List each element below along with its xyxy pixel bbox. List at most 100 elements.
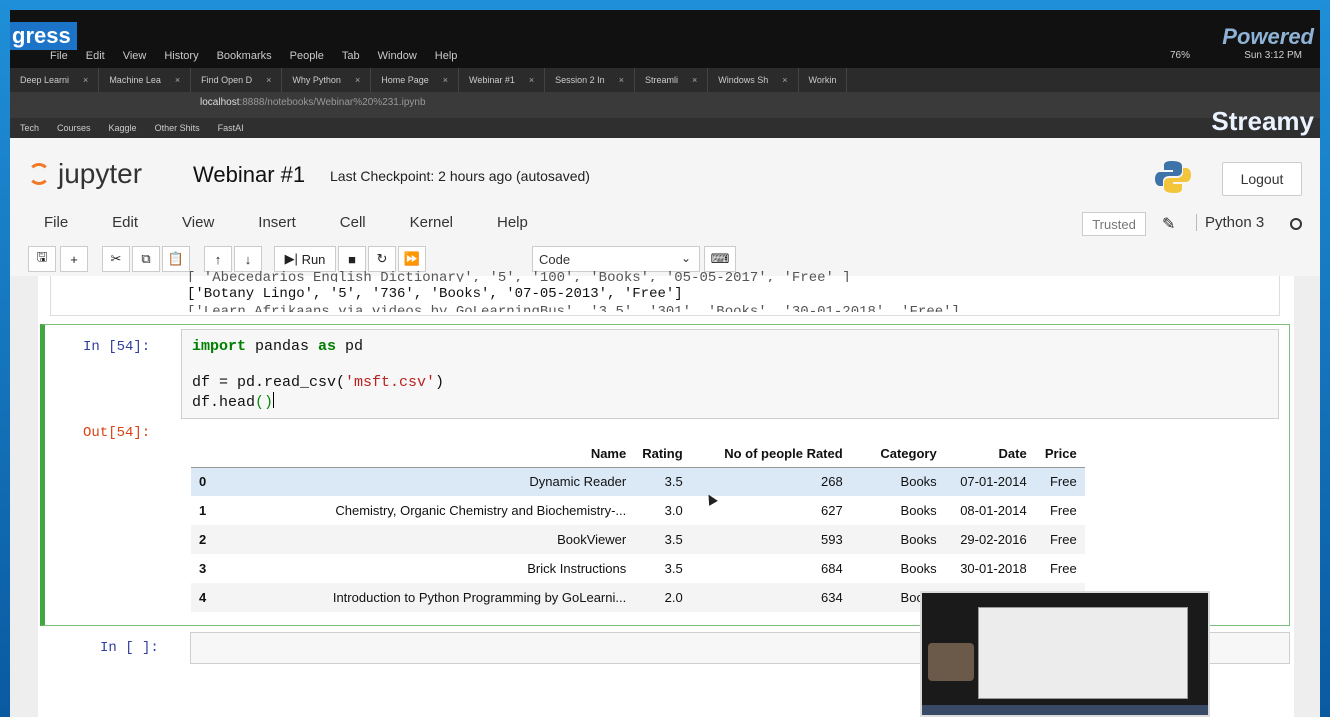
browser-tab[interactable]: Machine Lea × xyxy=(99,68,192,92)
bookmark-item[interactable]: Kaggle xyxy=(109,123,137,133)
os-menu-tab[interactable]: Tab xyxy=(342,50,360,62)
column-header: Category xyxy=(880,446,937,462)
restart-icon[interactable]: ↻ xyxy=(368,246,396,272)
save-icon[interactable]: 🖫 xyxy=(28,246,56,272)
menu-cell[interactable]: Cell xyxy=(340,214,366,231)
code-text: df.head xyxy=(192,394,256,411)
menu-insert[interactable]: Insert xyxy=(258,214,296,231)
browser-tab-active[interactable]: Webinar #1 × xyxy=(459,68,546,92)
menu-edit[interactable]: Edit xyxy=(112,214,138,231)
cell-date: 29-02-2016 xyxy=(960,532,1027,547)
os-menu-edit[interactable]: Edit xyxy=(86,50,105,62)
code-text: df = pd.read_csv( xyxy=(192,374,346,391)
os-menu-people[interactable]: People xyxy=(290,50,324,62)
table-row: 2 BookViewer 3.5 593 Books 29-02-2016 Fr… xyxy=(191,525,1085,554)
notebook-title[interactable]: Webinar #1 xyxy=(193,162,305,188)
menu-file[interactable]: File xyxy=(44,214,68,231)
table-row: 0 Dynamic Reader 3.5 268 Books 07-01-201… xyxy=(191,467,1085,496)
os-menu-view[interactable]: View xyxy=(123,50,147,62)
close-icon[interactable]: × xyxy=(266,68,271,92)
tab-label: Streamli xyxy=(644,75,678,85)
cell-rating: 3.5 xyxy=(664,561,683,576)
cell-type-select[interactable]: Code ⌄ xyxy=(532,246,700,272)
code-line: import pandas as pd xyxy=(192,338,363,355)
os-menu-window[interactable]: Window xyxy=(378,50,417,62)
kernel-status-icon xyxy=(1290,218,1302,230)
os-menu-file[interactable]: File xyxy=(50,50,68,62)
input-prompt: In [54]: xyxy=(83,339,151,355)
close-icon[interactable]: × xyxy=(619,68,624,92)
column-header: No of people Rated xyxy=(724,446,843,462)
cell-name: Dynamic Reader xyxy=(529,474,627,490)
os-menu-help[interactable]: Help xyxy=(435,50,458,62)
cell-category: Books xyxy=(900,561,937,576)
presenter-video xyxy=(928,643,974,681)
run-button[interactable]: ▶| Run xyxy=(274,246,336,272)
stream-frame-top xyxy=(0,0,1330,10)
menu-view[interactable]: View xyxy=(182,214,214,231)
close-icon[interactable]: × xyxy=(443,68,448,92)
menu-help[interactable]: Help xyxy=(497,214,528,231)
stop-icon[interactable]: ■ xyxy=(338,246,366,272)
jupyter-logo[interactable]: jupyter xyxy=(28,158,142,190)
os-menu-bookmarks[interactable]: Bookmarks xyxy=(217,50,272,62)
cell-price: Free xyxy=(1049,503,1077,518)
column-header: Price xyxy=(1044,446,1077,462)
close-icon[interactable]: × xyxy=(175,68,180,92)
insert-cell-icon[interactable]: + xyxy=(60,246,88,272)
cell-rating: 2.0 xyxy=(664,590,683,605)
browser-tab[interactable]: Find Open D × xyxy=(191,68,283,92)
cell-rated: 634 xyxy=(820,590,843,605)
bookmark-item[interactable]: Other Shits xyxy=(155,123,200,133)
move-up-icon[interactable]: ↑ xyxy=(204,246,232,272)
keyboard-icon[interactable]: ⌨ xyxy=(704,246,736,272)
browser-tab[interactable]: Streamli × xyxy=(635,68,709,92)
move-down-icon[interactable]: ↓ xyxy=(234,246,262,272)
os-menu-history[interactable]: History xyxy=(164,50,198,62)
bookmark-item[interactable]: Tech xyxy=(20,123,39,133)
previous-output-partial-line: ['Learn Afrikaans via videos by GoLearni… xyxy=(187,304,960,312)
trusted-indicator[interactable]: Trusted xyxy=(1082,212,1146,236)
system-status-icons: 76% xyxy=(1170,50,1190,61)
cell-rating: 3.5 xyxy=(664,532,683,547)
browser-tab[interactable]: Why Python × xyxy=(282,68,372,92)
url-text[interactable]: localhost:8888/notebooks/Webinar%20%231.… xyxy=(200,97,426,108)
browser-tab[interactable]: Session 2 In × xyxy=(545,68,635,92)
fast-forward-icon[interactable]: ⏩ xyxy=(398,246,426,272)
menu-kernel[interactable]: Kernel xyxy=(410,214,453,231)
paste-icon[interactable]: 📋 xyxy=(162,246,190,272)
close-icon[interactable]: × xyxy=(692,68,697,92)
python-logo-icon xyxy=(1155,161,1191,193)
kernel-name[interactable]: Python 3 xyxy=(1196,214,1264,231)
address-bar[interactable]: localhost:8888/notebooks/Webinar%20%231.… xyxy=(10,92,1320,118)
cell-rating: 3.0 xyxy=(664,503,683,518)
bookmark-item[interactable]: Courses xyxy=(57,123,91,133)
close-icon[interactable]: × xyxy=(529,68,534,92)
cut-icon[interactable]: ✂ xyxy=(102,246,130,272)
column-header: Rating xyxy=(642,446,683,462)
row-index: 1 xyxy=(199,503,207,518)
code-text: pandas xyxy=(246,338,319,355)
close-icon[interactable]: × xyxy=(355,68,360,92)
browser-tab[interactable]: Workin xyxy=(799,68,848,92)
code-editor[interactable]: import pandas as pd df = pd.read_csv('ms… xyxy=(181,329,1279,419)
logout-button[interactable]: Logout xyxy=(1222,162,1302,196)
bookmark-item[interactable]: FastAI xyxy=(218,123,244,133)
code-text: pd xyxy=(336,338,364,355)
edit-pencil-icon[interactable]: ✎ xyxy=(1162,214,1175,234)
browser-tab[interactable]: Windows Sh × xyxy=(708,68,799,92)
code-keyword: import xyxy=(192,338,247,355)
stream-frame-right xyxy=(1320,0,1330,717)
table-row: 3 Brick Instructions 3.5 684 Books 30-01… xyxy=(191,554,1085,583)
jupyter-menubar: File Edit View Insert Cell Kernel Help T… xyxy=(10,202,1320,242)
cell-name: Brick Instructions xyxy=(527,561,627,576)
copy-icon[interactable]: ⧉ xyxy=(132,246,160,272)
code-paren: () xyxy=(255,394,274,411)
browser-tab[interactable]: Deep Learni × xyxy=(10,68,100,92)
row-index: 3 xyxy=(199,561,207,576)
browser-tab[interactable]: Home Page × xyxy=(371,68,460,92)
selected-code-cell[interactable]: In [54]: import pandas as pd df = pd.rea… xyxy=(40,324,1290,626)
close-icon[interactable]: × xyxy=(782,68,787,92)
close-icon[interactable]: × xyxy=(83,68,88,92)
code-text: ) xyxy=(435,374,445,391)
